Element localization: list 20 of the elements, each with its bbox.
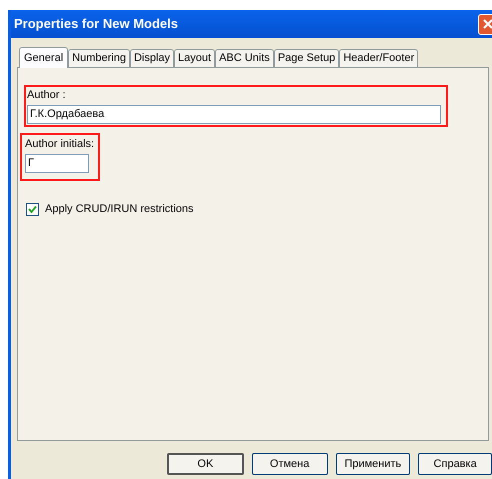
- close-button[interactable]: [478, 14, 492, 34]
- dialog-button[interactable]: OK: [167, 453, 244, 475]
- tab[interactable]: Layout: [174, 49, 216, 67]
- dialog-button[interactable]: Справка: [418, 453, 492, 475]
- window-title: Properties for New Models: [13, 15, 178, 34]
- input-field[interactable]: Г: [25, 154, 89, 173]
- input-field[interactable]: Г.К.Ордабаева: [27, 105, 441, 124]
- dialog-button[interactable]: Применить: [336, 453, 410, 475]
- tab[interactable]: Numbering: [68, 49, 130, 67]
- checkbox-label: Apply CRUD/IRUN restrictions: [45, 202, 194, 217]
- checkbox[interactable]: [26, 202, 39, 216]
- field-label: Author initials:: [25, 138, 95, 151]
- field-label: Author :: [27, 88, 67, 103]
- tab[interactable]: Page Setup: [274, 49, 340, 67]
- tab[interactable]: Header/Footer: [339, 49, 418, 67]
- tab[interactable]: Display: [130, 49, 174, 67]
- tab[interactable]: General: [19, 47, 68, 68]
- tab[interactable]: ABC Units: [215, 49, 274, 67]
- close-icon: [482, 18, 492, 30]
- dialog-button[interactable]: Отмена: [252, 453, 328, 475]
